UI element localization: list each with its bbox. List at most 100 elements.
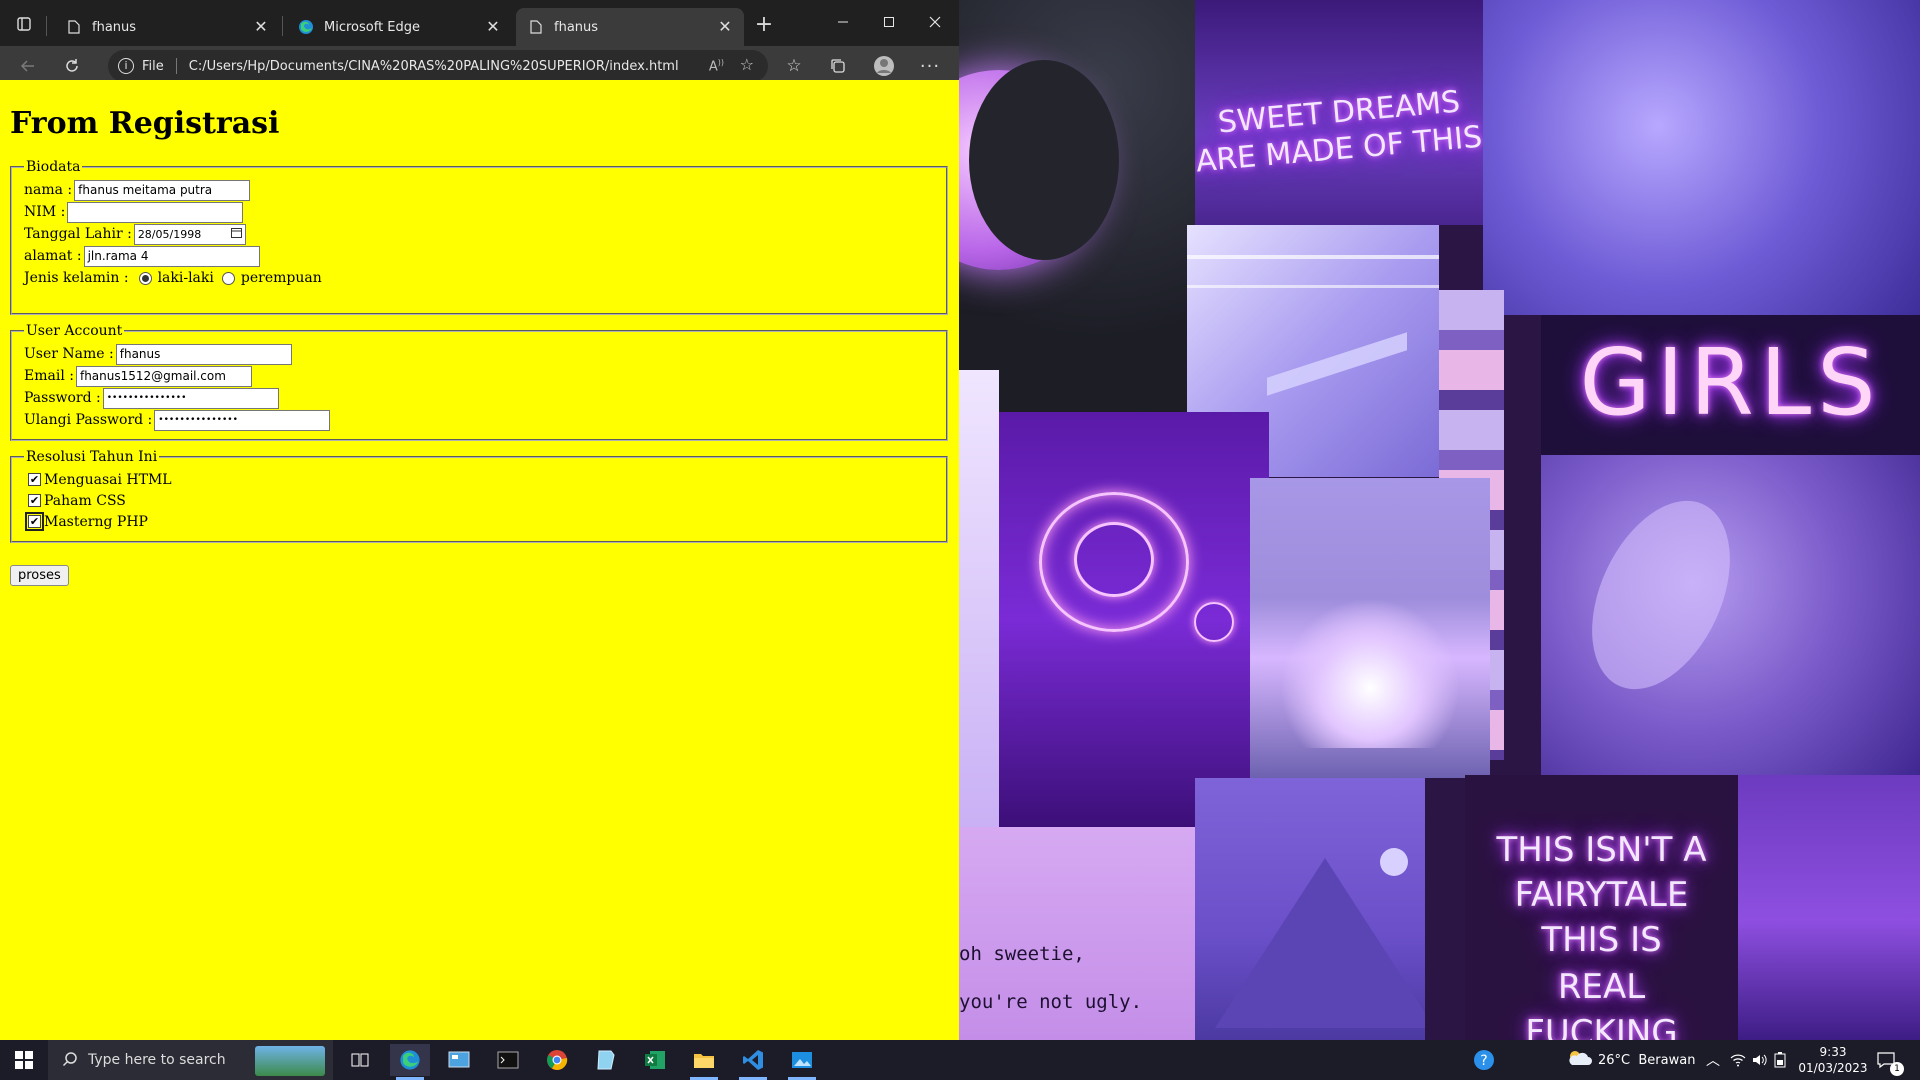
tab-actions-icon[interactable] xyxy=(10,10,38,38)
file-explorer-icon[interactable] xyxy=(684,1044,724,1080)
network-icon[interactable] xyxy=(1730,1040,1746,1080)
wallpaper-sweet-dreams-neon: SWEET DREAMS ARE MADE OF THIS xyxy=(1195,0,1483,225)
radio-label: perempuan xyxy=(240,270,322,286)
back-icon[interactable] xyxy=(14,52,42,80)
url-text[interactable]: C:/Users/Hp/Documents/CINA%20RAS%20PALIN… xyxy=(189,59,679,74)
close-icon[interactable]: ✕ xyxy=(484,18,502,36)
clock[interactable]: 9:33 01/03/2023 xyxy=(1798,1040,1868,1080)
page-title: From Registrasi xyxy=(10,106,280,141)
password-label: Password : xyxy=(24,390,101,406)
username-input[interactable]: fhanus xyxy=(115,343,292,365)
refresh-icon[interactable] xyxy=(58,52,86,80)
control-panel-icon[interactable] xyxy=(439,1044,479,1076)
nama-row: nama : fhanus meitama putra xyxy=(24,179,934,201)
page-icon xyxy=(66,19,82,35)
ulangi-password-row: Ulangi Password : ••••••••••••••• xyxy=(24,409,934,431)
page-content: From Registrasi Biodata nama : fhanus me… xyxy=(0,80,959,1040)
tab-separator xyxy=(46,16,47,36)
username-label: User Name : xyxy=(24,346,114,362)
nim-label: NIM : xyxy=(24,204,66,220)
close-window-button[interactable] xyxy=(912,6,958,38)
weather-text: 26°C Berawan xyxy=(1598,1052,1696,1068)
checkbox-css[interactable]: ✔ xyxy=(28,494,41,507)
alamat-input[interactable]: jln.rama 4 xyxy=(83,245,260,267)
photos-icon[interactable] xyxy=(782,1044,822,1080)
checkbox-php[interactable]: ✔ xyxy=(25,512,44,531)
neon-text: GIRLS xyxy=(1579,329,1882,436)
help-icon[interactable]: ? xyxy=(1464,1044,1504,1076)
show-hidden-icons-chevron[interactable]: ︿ xyxy=(1706,1040,1720,1080)
nim-input[interactable] xyxy=(67,201,244,223)
calendar-icon[interactable] xyxy=(230,226,242,243)
notification-center-icon[interactable]: 1 xyxy=(1876,1040,1904,1080)
checkbox-html[interactable]: ✔ xyxy=(28,473,41,486)
biodata-fieldset: Biodata nama : fhanus meitama putra NIM … xyxy=(10,159,948,315)
maximize-button[interactable] xyxy=(866,6,912,38)
nama-label: nama : xyxy=(24,182,73,198)
tanggal-input[interactable]: 28/05/1998 xyxy=(133,223,246,245)
read-aloud-icon[interactable]: A)) xyxy=(709,58,724,74)
radio-perempuan[interactable] xyxy=(221,271,235,285)
weather-widget[interactable]: 26°C Berawan xyxy=(1566,1040,1695,1080)
proses-button[interactable]: proses xyxy=(10,565,69,586)
ulangi-password-input[interactable]: ••••••••••••••• xyxy=(154,409,331,431)
wallpaper-note-photo: oh sweetie, you're not ugly. xyxy=(959,827,1195,1040)
nama-input[interactable]: fhanus meitama putra xyxy=(74,179,251,201)
edge-taskbar-icon[interactable] xyxy=(390,1044,430,1080)
tab-fhanus-1[interactable]: fhanus ✕ xyxy=(54,8,280,46)
favorites-icon[interactable]: ☆ xyxy=(780,52,808,80)
wallpaper-wave-photo xyxy=(1250,478,1490,778)
address-bar[interactable]: i File C:/Users/Hp/Documents/CINA%20RAS%… xyxy=(108,50,768,82)
info-icon[interactable]: i xyxy=(118,58,134,74)
note-text: you're not ugly. xyxy=(959,991,1143,1013)
password-input[interactable]: ••••••••••••••• xyxy=(102,387,279,409)
radio-label: laki-laki xyxy=(157,270,214,286)
wallpaper-girls-neon: GIRLS xyxy=(1541,315,1920,455)
tab-title: Microsoft Edge xyxy=(324,19,421,35)
jenis-kelamin-label: Jenis kelamin : xyxy=(24,270,129,286)
new-tab-icon[interactable]: + xyxy=(750,10,778,38)
checkbox-row: ✔ Masterng PHP xyxy=(24,511,934,532)
terminal-icon[interactable] xyxy=(488,1044,528,1076)
password-row: Password : ••••••••••••••• xyxy=(24,387,934,409)
tab-fhanus-active[interactable]: fhanus ✕ xyxy=(516,8,744,46)
radio-laki-laki[interactable] xyxy=(138,271,152,285)
cloud-icon xyxy=(1566,1049,1592,1071)
neon-text: FAIRYTALE xyxy=(1514,875,1689,915)
excel-icon[interactable] xyxy=(635,1044,675,1076)
close-icon[interactable]: ✕ xyxy=(252,18,270,36)
battery-icon[interactable] xyxy=(1774,1040,1786,1080)
profile-avatar[interactable] xyxy=(870,52,898,80)
checkbox-label: Masterng PHP xyxy=(44,513,148,530)
clock-time: 9:33 xyxy=(1819,1045,1847,1059)
search-placeholder: Type here to search xyxy=(88,1052,226,1068)
vscode-icon[interactable] xyxy=(733,1044,773,1080)
address-divider xyxy=(175,58,177,74)
checkbox-label: Menguasai HTML xyxy=(44,471,172,488)
neon-text: FUCKING xyxy=(1525,1013,1678,1040)
neon-text: THIS ISN'T A xyxy=(1496,830,1707,870)
tab-microsoft-edge[interactable]: Microsoft Edge ✕ xyxy=(286,8,512,46)
wallpaper-strip-photo xyxy=(959,370,999,830)
collections-icon[interactable] xyxy=(824,52,852,80)
notification-badge: 1 xyxy=(1890,1062,1904,1076)
tab-title: fhanus xyxy=(554,19,599,35)
close-icon[interactable]: ✕ xyxy=(716,18,734,36)
resolusi-legend: Resolusi Tahun Ini xyxy=(26,449,158,465)
start-button[interactable] xyxy=(4,1044,44,1076)
minimize-button[interactable] xyxy=(820,6,866,38)
tab-title: fhanus xyxy=(92,19,137,35)
volume-icon[interactable] xyxy=(1752,1040,1768,1080)
clock-date: 01/03/2023 xyxy=(1798,1061,1868,1075)
chrome-icon[interactable] xyxy=(537,1044,577,1076)
notepad-icon[interactable] xyxy=(586,1044,626,1076)
neon-text: THIS IS xyxy=(1541,920,1662,960)
wallpaper-pyramid-photo xyxy=(1195,778,1425,1040)
username-row: User Name : fhanus xyxy=(24,343,934,365)
more-options-icon[interactable]: ··· xyxy=(916,52,944,80)
task-view-icon[interactable] xyxy=(340,1044,380,1076)
email-input[interactable]: fhanus1512@gmail.com xyxy=(75,365,252,387)
ulangi-password-label: Ulangi Password : xyxy=(24,412,153,428)
taskbar-search[interactable]: Type here to search xyxy=(48,1040,333,1080)
add-favorite-icon[interactable]: ☆ xyxy=(740,55,754,74)
